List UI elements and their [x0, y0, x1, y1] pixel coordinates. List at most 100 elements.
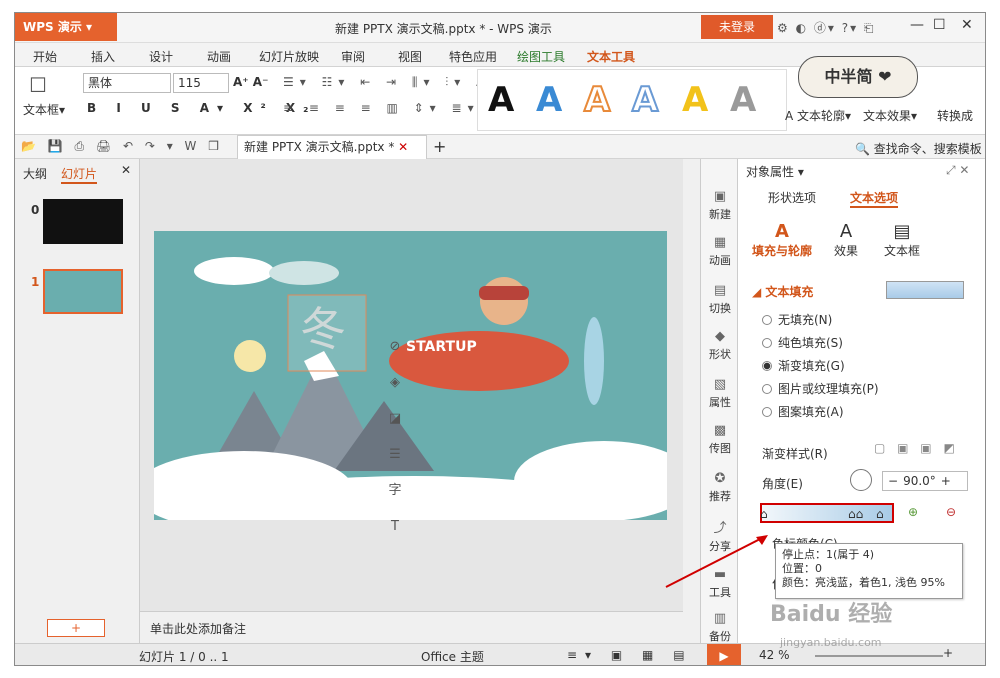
radio-gradient-fill[interactable]: 渐变填充(G): [762, 357, 845, 374]
slide-thumb-0[interactable]: [43, 199, 123, 244]
vt-animation[interactable]: ▦ 动画: [701, 235, 739, 268]
float-toolbar[interactable]: ⊘ ◈ ◪ ☰ 字 T: [384, 329, 406, 535]
vt-transition[interactable]: ▤ 切换: [701, 283, 739, 316]
menu-slideshow[interactable]: 幻灯片放映: [259, 48, 319, 65]
style-gray[interactable]: A: [730, 80, 756, 120]
stamp-sticker: 中半简 ❤: [798, 56, 918, 98]
radio-solid-fill[interactable]: 纯色填充(S): [762, 334, 843, 351]
style-blue[interactable]: A: [536, 80, 562, 120]
textbox-button[interactable]: 文本框▾: [23, 101, 65, 118]
zoom-slider[interactable]: [815, 655, 943, 657]
vt-property[interactable]: ▧ 属性: [701, 377, 739, 410]
vt-upload[interactable]: ▩ 传图: [701, 423, 739, 456]
search-command[interactable]: 🔍 查找命令、搜索模板: [855, 140, 982, 157]
angle-minus-icon[interactable]: −: [883, 474, 903, 488]
new-tab-icon[interactable]: +: [433, 137, 446, 156]
remove-stop-icon[interactable]: ⊖: [946, 505, 956, 519]
menu-start[interactable]: 开始: [33, 48, 57, 65]
slide-canvas[interactable]: 冬 STARTUP: [154, 231, 667, 520]
login-button[interactable]: 未登录: [701, 15, 773, 39]
subtab-textbox[interactable]: ▤ 文本框: [884, 221, 920, 259]
title-bar: WPS 演示 ▾ 新建 PPTX 演示文稿.pptx * - WPS 演示 未登…: [15, 13, 985, 43]
title-icons[interactable]: ⚙ ◐ ⓓ▾ ?▾ ⎗: [777, 19, 876, 36]
menu-special[interactable]: 特色应用: [449, 48, 497, 65]
vt-shape[interactable]: ◆ 形状: [701, 329, 739, 362]
new-icon: ▣: [713, 189, 727, 204]
vt-recommend[interactable]: ✪ 推荐: [701, 471, 739, 504]
gradient-bar[interactable]: ⌂ ⌂⌂ ⌂: [760, 503, 894, 523]
menu-animation[interactable]: 动画: [207, 48, 231, 65]
search-command-label: 查找命令、搜索模板: [873, 142, 982, 156]
align-buttons[interactable]: ≡ ≡ ≡ ≡ ▥ ⇕▾ ≣▾: [283, 101, 480, 115]
doc-tab[interactable]: 新建 PPTX 演示文稿.pptx * ✕: [237, 135, 427, 159]
upload-icon: ▩: [713, 423, 727, 438]
font-grow-icon[interactable]: A⁺ A⁻: [233, 75, 268, 89]
slide-thumb-1[interactable]: [43, 269, 123, 314]
slide-text-char[interactable]: 冬: [300, 293, 346, 359]
gradient-stop-1[interactable]: ⌂: [760, 507, 768, 521]
vt-new-label: 新建: [709, 208, 731, 221]
radio-gradient-fill-dot: [762, 361, 772, 371]
tab-text-options[interactable]: 文本选项: [850, 189, 899, 208]
subtab-effect[interactable]: A 效果: [834, 221, 858, 259]
tab-outline[interactable]: 大纲: [23, 165, 47, 182]
gradient-style-buttons[interactable]: ▢ ▣ ▣ ◩: [874, 441, 972, 459]
slide-number-0: 0: [31, 203, 40, 217]
close-icon[interactable]: ✕: [961, 17, 973, 33]
vt-new[interactable]: ▣ 新建: [701, 189, 739, 222]
size-select[interactable]: 115: [173, 73, 229, 93]
animation-icon: ▦: [713, 235, 727, 250]
text-outline-button[interactable]: A 文本轮廓▾: [785, 107, 851, 124]
radio-no-fill[interactable]: 无填充(N): [762, 311, 832, 328]
zoom-in-icon[interactable]: +: [943, 646, 953, 660]
radio-pattern-fill[interactable]: 图案填充(A): [762, 403, 844, 420]
menu-insert[interactable]: 插入: [91, 48, 115, 65]
radio-picture-fill-label: 图片或纹理填充(P): [778, 382, 879, 396]
vt-upload-label: 传图: [709, 442, 731, 455]
tab-shape-options[interactable]: 形状选项: [768, 189, 816, 206]
textbox-icon[interactable]: ☐: [29, 73, 47, 97]
list-buttons[interactable]: ☰▾ ☷▾ ⇤ ⇥ ⫼▾ ⫶▾ A▾: [283, 75, 502, 90]
text-outline-label: 文本轮廓: [797, 109, 846, 123]
menu-text-tools[interactable]: 文本工具: [587, 48, 635, 65]
gradient-stop-2[interactable]: ⌂⌂: [848, 507, 863, 521]
menu-design[interactable]: 设计: [149, 48, 173, 65]
font-select[interactable]: 黑体: [83, 73, 171, 93]
add-stop-icon[interactable]: ⊕: [908, 505, 918, 519]
text-effect-button[interactable]: 文本效果▾: [863, 107, 917, 124]
doc-tab-close-icon[interactable]: ✕: [398, 140, 408, 154]
text-style-gallery[interactable]: A A A A A A: [477, 69, 787, 131]
doc-tab-label: 新建 PPTX 演示文稿.pptx: [244, 140, 385, 154]
maximize-icon[interactable]: ☐: [933, 17, 946, 33]
angle-dial[interactable]: [850, 469, 872, 491]
tab-slides[interactable]: 幻灯片: [61, 165, 98, 184]
radio-gradient-fill-label: 渐变填充(G): [778, 359, 845, 373]
section-text-fill[interactable]: ◢ 文本填充: [752, 283, 813, 300]
play-icon[interactable]: ▶: [707, 644, 741, 665]
fill-preview[interactable]: [886, 281, 964, 299]
left-pane-close-icon[interactable]: ✕: [121, 163, 131, 177]
menu-drawing-tools[interactable]: 绘图工具: [517, 48, 565, 65]
minimize-icon[interactable]: —: [910, 17, 924, 33]
vt-backup[interactable]: ▥ 备份: [701, 611, 739, 644]
style-blue-outline[interactable]: A: [631, 79, 659, 121]
angle-stepper[interactable]: −90.0° +: [882, 471, 968, 491]
style-yellow[interactable]: A: [682, 80, 708, 120]
quick-access-icons[interactable]: 📂 💾 ⎙ 🖨 ↶ ↷ ▾ W ❒: [21, 139, 223, 154]
format-buttons[interactable]: B I U S A▾ X² X₂: [87, 101, 316, 115]
add-slide-button[interactable]: +: [47, 619, 105, 637]
gradient-stop-3[interactable]: ⌂: [876, 507, 884, 521]
angle-plus-icon[interactable]: +: [936, 474, 956, 488]
radio-picture-fill[interactable]: 图片或纹理填充(P): [762, 380, 879, 397]
effect-icon: A: [839, 221, 853, 242]
view-buttons[interactable]: ≡▾ ▣ ▦ ▤: [567, 648, 693, 662]
panel-close-icon[interactable]: ⤢ ✕: [946, 163, 969, 178]
convert-button[interactable]: 转换成: [937, 107, 973, 124]
subtab-fill[interactable]: A 填充与轮廓: [752, 221, 812, 259]
notes-area[interactable]: 单击此处添加备注: [140, 611, 683, 643]
wps-menu-button[interactable]: WPS 演示 ▾: [15, 13, 117, 41]
style-black[interactable]: A: [488, 80, 514, 120]
menu-review[interactable]: 审阅: [341, 48, 365, 65]
style-orange-outline[interactable]: A: [583, 79, 611, 121]
menu-view[interactable]: 视图: [398, 48, 422, 65]
